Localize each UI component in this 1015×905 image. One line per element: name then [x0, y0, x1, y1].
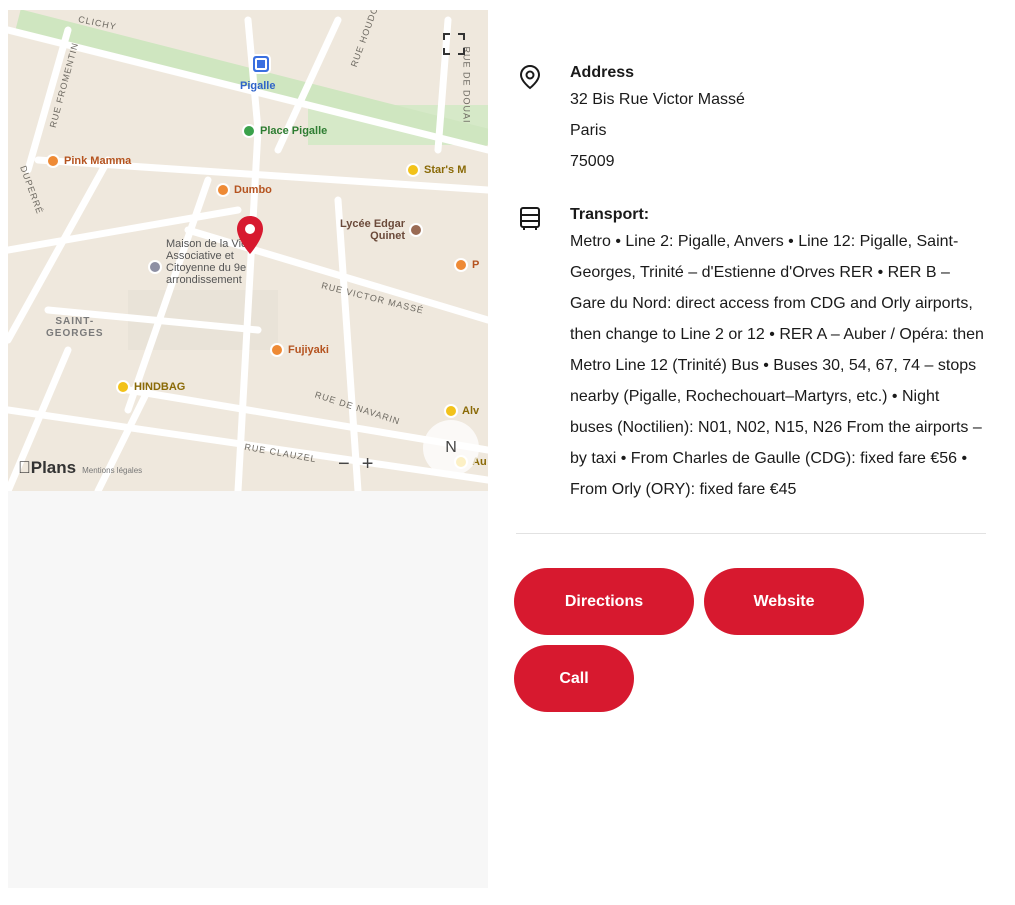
restaurant-icon: [270, 343, 284, 357]
zoom-in-button[interactable]: +: [362, 453, 374, 476]
bus-icon: [520, 207, 540, 230]
address-street: 32 Bis Rue Victor Massé: [570, 91, 745, 108]
district-label: SAINT- GEORGES: [46, 316, 104, 339]
directions-button[interactable]: Directions: [514, 568, 694, 635]
address-title: Address: [570, 64, 635, 81]
action-buttons: Directions Website Call: [514, 568, 894, 712]
metro-stop-icon: [242, 124, 256, 138]
compass-button[interactable]: N: [423, 420, 479, 476]
public-building-icon: [148, 260, 162, 274]
school-icon: [409, 223, 424, 237]
poi-fujiyaki[interactable]: Fujiyaki: [270, 343, 329, 357]
venue-info-card: CLICHY RUE HOUDON RUE FROMENTIN RUE DE D…: [8, 10, 1008, 888]
poi-lycee-edgar-quinet[interactable]: Lycée Edgar Quinet: [340, 218, 424, 242]
address-postcode: 75009: [570, 153, 615, 170]
poi-dumbo[interactable]: Dumbo: [216, 183, 272, 197]
address-section: Address 32 Bis Rue Victor Massé Paris 75…: [518, 62, 1008, 177]
poi-hindbag[interactable]: HINDBAG: [116, 380, 185, 394]
location-pin-icon[interactable]: [236, 215, 264, 255]
poi-p[interactable]: P: [454, 258, 479, 272]
map-attribution: Plans Mentions légales: [18, 458, 142, 478]
address-city: Paris: [570, 122, 607, 139]
call-button[interactable]: Call: [514, 645, 634, 712]
shop-icon: [406, 163, 420, 177]
map[interactable]: CLICHY RUE HOUDON RUE FROMENTIN RUE DE D…: [8, 10, 488, 491]
shop-icon: [116, 380, 130, 394]
plans-logo: Plans: [18, 458, 76, 477]
transport-details: Metro • Line 2: Pigalle, Anvers • Line 1…: [570, 233, 984, 498]
restaurant-icon: [216, 183, 230, 197]
website-button[interactable]: Website: [704, 568, 864, 635]
info-panel: Address 32 Bis Rue Victor Massé Paris 75…: [488, 10, 1008, 888]
poi-pink-mamma[interactable]: Pink Mamma: [46, 154, 131, 168]
poi-alv[interactable]: Alv: [444, 404, 479, 418]
transport-title: Transport:: [570, 206, 650, 223]
expand-map-button[interactable]: [436, 26, 472, 62]
zoom-controls: − +: [338, 453, 373, 476]
poi-stars[interactable]: Star's M: [406, 163, 466, 177]
restaurant-icon: [454, 258, 468, 272]
zoom-out-button[interactable]: −: [338, 453, 350, 476]
shop-icon: [444, 404, 458, 418]
transport-section: Transport: Metro • Line 2: Pigalle, Anve…: [518, 204, 1008, 505]
location-icon: [519, 64, 541, 90]
metro-station-icon[interactable]: [251, 54, 271, 74]
map-panel: CLICHY RUE HOUDON RUE FROMENTIN RUE DE D…: [8, 10, 488, 888]
divider: [516, 533, 986, 534]
expand-icon: [443, 33, 465, 55]
legal-link[interactable]: Mentions légales: [82, 466, 142, 475]
restaurant-icon: [46, 154, 60, 168]
metro-station-label: Pigalle: [240, 80, 276, 92]
poi-maison-vie-associative[interactable]: Maison de la Vie Associative et Citoyenn…: [148, 238, 247, 286]
compass-label: N: [445, 439, 457, 456]
poi-place-pigalle[interactable]: Place Pigalle: [242, 124, 327, 138]
